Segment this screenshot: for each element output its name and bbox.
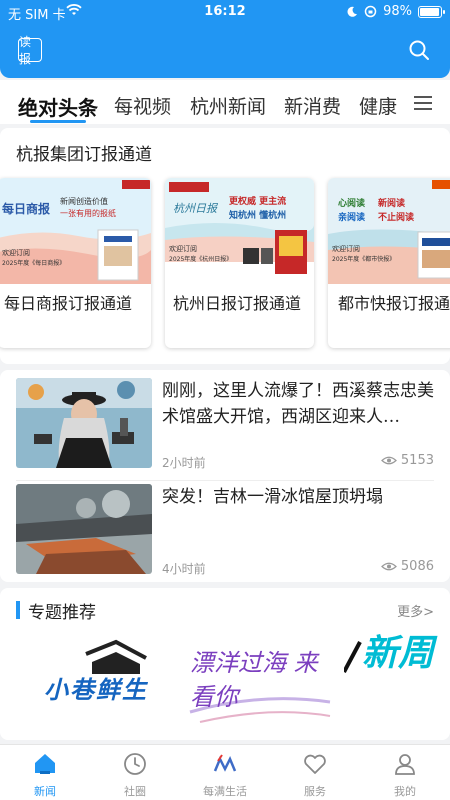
menu-icon[interactable] xyxy=(414,96,432,110)
channel-tabs: 绝对头条 每视频 杭州新闻 新消费 健康 xyxy=(0,80,450,124)
news-time: 4小时前 xyxy=(162,562,206,576)
home-icon xyxy=(35,754,55,774)
poster-text: 欢迎订阅 xyxy=(2,249,30,257)
battery-percent: 98% xyxy=(383,4,412,19)
nav-label: 每满生活 xyxy=(203,785,247,798)
poster-image: 心阅读 新阅读 亲阅读 不止阅读 欢迎订阅 2025年度《都市快报》 xyxy=(328,178,450,284)
read-paper-button[interactable]: 读报 xyxy=(18,35,42,66)
active-tab-indicator xyxy=(30,120,86,123)
poster-text: 新闻创造价值 xyxy=(60,197,108,206)
eye-icon xyxy=(381,456,397,465)
channel-label: 每日商报订报通道 xyxy=(4,294,133,313)
nav-label: 社圈 xyxy=(124,785,146,798)
app-header: 无 SIM 卡 16:12 98% 读报 xyxy=(0,0,450,78)
rotation-lock-icon xyxy=(364,5,377,18)
tab-health[interactable]: 健康 xyxy=(359,92,397,119)
logo-icon xyxy=(213,754,237,772)
poster-text: 亲阅读 xyxy=(338,213,366,223)
poster-text: 欢迎订阅 xyxy=(332,245,360,253)
clock-icon xyxy=(124,753,146,775)
poster-text: 杭州日报 xyxy=(173,202,217,215)
brush-stroke-decoration xyxy=(344,641,362,673)
topic-card-creators[interactable]: 新周 创造者 xyxy=(344,632,450,732)
eye-icon xyxy=(381,562,397,571)
poster-text: 新阅读 xyxy=(378,199,406,209)
poster-text: 每日商报 xyxy=(2,202,51,216)
poster-text: 2025年度《都市快报》 xyxy=(332,256,396,263)
tab-video[interactable]: 每视频 xyxy=(114,92,171,119)
section-title: 专题推荐 xyxy=(28,603,96,623)
tab-consumption[interactable]: 新消费 xyxy=(284,92,341,119)
poster-text: 更权威 更主流 xyxy=(229,197,287,207)
news-item[interactable]: 突发！吉林一滑冰馆屋顶坍塌 4小时前 5086 xyxy=(0,476,450,576)
topic-card-cross-ocean[interactable]: 漂洋过海 来看你 xyxy=(180,632,340,732)
heart-icon xyxy=(304,754,326,774)
view-count-value: 5153 xyxy=(400,453,434,468)
more-link[interactable]: 更多> xyxy=(397,601,434,620)
view-count: 5086 xyxy=(381,559,434,574)
channel-label: 都市快报订报通道 xyxy=(338,294,450,313)
news-time: 2小时前 xyxy=(162,456,206,470)
nav-label: 我的 xyxy=(394,785,416,798)
news-thumbnail xyxy=(16,378,152,468)
poster-image: 每日商报 新闻创造价值 一张有用的报纸 欢迎订阅 2025年度《每日商报》 xyxy=(0,178,151,284)
subscription-section: 杭报集团订报通道 每日商报 新闻创造价值 一张有用的报纸 欢迎订阅 2025年度… xyxy=(0,128,450,364)
news-list: 刚刚，这里人流爆了！西溪蔡志忠美术馆盛大开馆，西湖区迎来人… 2小时前 5153… xyxy=(0,370,450,582)
moon-icon xyxy=(347,6,358,17)
view-count-value: 5086 xyxy=(400,559,434,574)
poster-text: 2025年度《每日商报》 xyxy=(2,260,66,267)
tab-headline[interactable]: 绝对头条 xyxy=(18,92,98,121)
poster-text: 知杭州 懂杭州 xyxy=(229,211,287,221)
poster-text: 欢迎订阅 xyxy=(169,245,197,253)
news-headline: 刚刚，这里人流爆了！西溪蔡志忠美术馆盛大开馆，西湖区迎来人… xyxy=(162,381,434,427)
topic-title: 漂洋过海 来看你 xyxy=(190,649,318,711)
nav-profile[interactable]: 我的 xyxy=(370,751,440,799)
nav-label: 新闻 xyxy=(34,785,56,798)
view-count: 5153 xyxy=(381,453,434,468)
poster-text: 2025年度《杭州日报》 xyxy=(169,256,233,263)
nav-service[interactable]: 服务 xyxy=(280,751,350,799)
nav-community[interactable]: 社圈 xyxy=(100,751,170,799)
poster-text: 一张有用的报纸 xyxy=(60,209,116,218)
poster-image: 杭州日报 更权威 更主流 知杭州 懂杭州 欢迎订阅 2025年度《杭州日报》 xyxy=(165,178,314,284)
topic-card-alley-fresh[interactable]: 小巷鲜生 xyxy=(16,632,166,732)
section-accent-bar xyxy=(16,601,20,619)
poster-text: 不止阅读 xyxy=(378,213,415,223)
status-bar: 无 SIM 卡 16:12 98% xyxy=(0,0,450,24)
nav-label: 服务 xyxy=(304,785,326,798)
search-icon[interactable] xyxy=(408,39,430,61)
channel-card-metro-express[interactable]: 心阅读 新阅读 亲阅读 不止阅读 欢迎订阅 2025年度《都市快报》 都市快报订… xyxy=(328,178,450,348)
poster-text: 心阅读 xyxy=(338,199,366,209)
person-icon xyxy=(395,754,415,775)
nav-life[interactable]: 每满生活 xyxy=(190,751,260,799)
news-headline: 突发！吉林一滑冰馆屋顶坍塌 xyxy=(162,487,383,507)
battery-icon xyxy=(418,5,445,18)
topic-title: 小巷鲜生 xyxy=(44,676,148,704)
channel-card-daily-business[interactable]: 每日商报 新闻创造价值 一张有用的报纸 欢迎订阅 2025年度《每日商报》 每日… xyxy=(0,178,151,348)
channel-card-hangzhou-daily[interactable]: 杭州日报 更权威 更主流 知杭州 懂杭州 欢迎订阅 2025年度《杭州日报》 杭… xyxy=(165,178,314,348)
news-item[interactable]: 刚刚，这里人流爆了！西溪蔡志忠美术馆盛大开馆，西湖区迎来人… 2小时前 5153 xyxy=(0,370,450,470)
divider xyxy=(16,480,434,481)
tab-hangzhou-news[interactable]: 杭州新闻 xyxy=(190,92,266,119)
news-thumbnail xyxy=(16,484,152,574)
channel-label: 杭州日报订报通道 xyxy=(173,294,302,313)
special-topics-section: 专题推荐 更多> 小巷鲜生 漂洋过海 来看你 新周 创造者 xyxy=(0,588,450,740)
nav-news[interactable]: 新闻 xyxy=(10,751,80,799)
section-title: 杭报集团订报通道 xyxy=(16,145,152,165)
bottom-navigation: 新闻 社圈 每满生活 服务 我的 xyxy=(0,744,450,800)
